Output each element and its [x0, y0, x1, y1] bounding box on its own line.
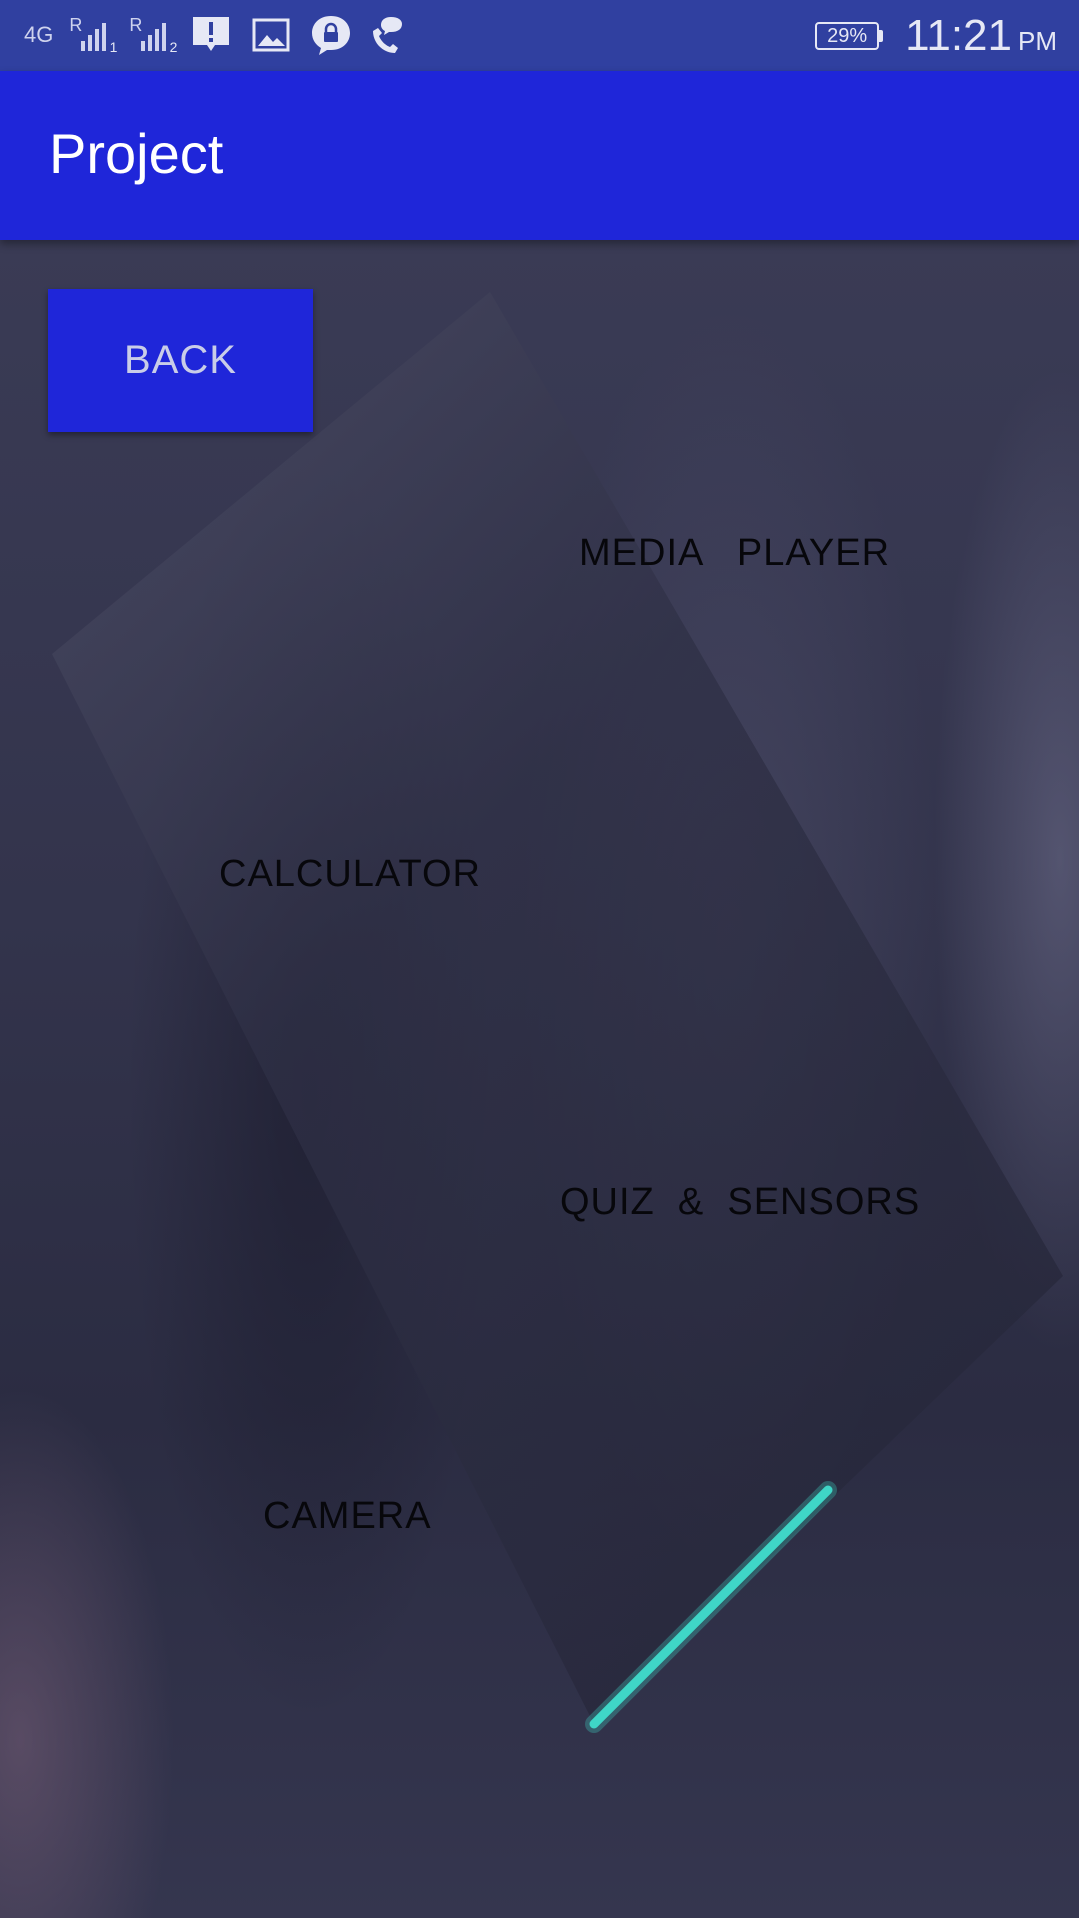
menu-item-calculator[interactable]: CALCULATOR — [219, 855, 481, 893]
back-button[interactable]: BACK — [48, 289, 313, 432]
menu-item-quiz-sensors[interactable]: QUIZ & SENSORS — [560, 1183, 920, 1221]
menu-item-media-player[interactable]: MEDIA PLAYER — [579, 534, 890, 572]
sim2-index: 2 — [169, 39, 178, 55]
network-type-label: 4G — [24, 22, 54, 47]
call-chat-icon — [373, 17, 403, 53]
lock-chat-icon — [312, 16, 351, 55]
sim2-signal-icon: R 2 — [129, 15, 177, 55]
sim1-signal-icon: R 1 — [69, 15, 117, 55]
status-bar: 4G R 1 R 2 29% 11:21 PM — [0, 0, 1079, 71]
page-title: Project — [49, 122, 224, 185]
status-right-info: 29% 11:21 PM — [815, 10, 1057, 62]
clock-ampm: PM — [1018, 26, 1057, 56]
status-clock: 11:21 PM — [905, 11, 1057, 61]
app-bar: Project — [0, 71, 1079, 240]
clock-time: 11:21 — [905, 11, 1012, 60]
menu-item-camera[interactable]: CAMERA — [263, 1497, 432, 1535]
screen: 4G R 1 R 2 29% 11:21 PM Project BACK MED… — [0, 0, 1079, 1918]
sim1-index: 1 — [109, 39, 118, 55]
battery-indicator: 29% — [815, 22, 884, 50]
battery-tip — [879, 30, 884, 42]
status-left-icons: 4G R 1 R 2 — [24, 10, 413, 60]
alert-icon — [193, 17, 230, 51]
background-decoration — [52, 292, 1063, 1733]
image-icon — [252, 18, 290, 52]
battery-level: 29% — [815, 22, 880, 50]
tilted-panel — [52, 292, 1063, 1726]
